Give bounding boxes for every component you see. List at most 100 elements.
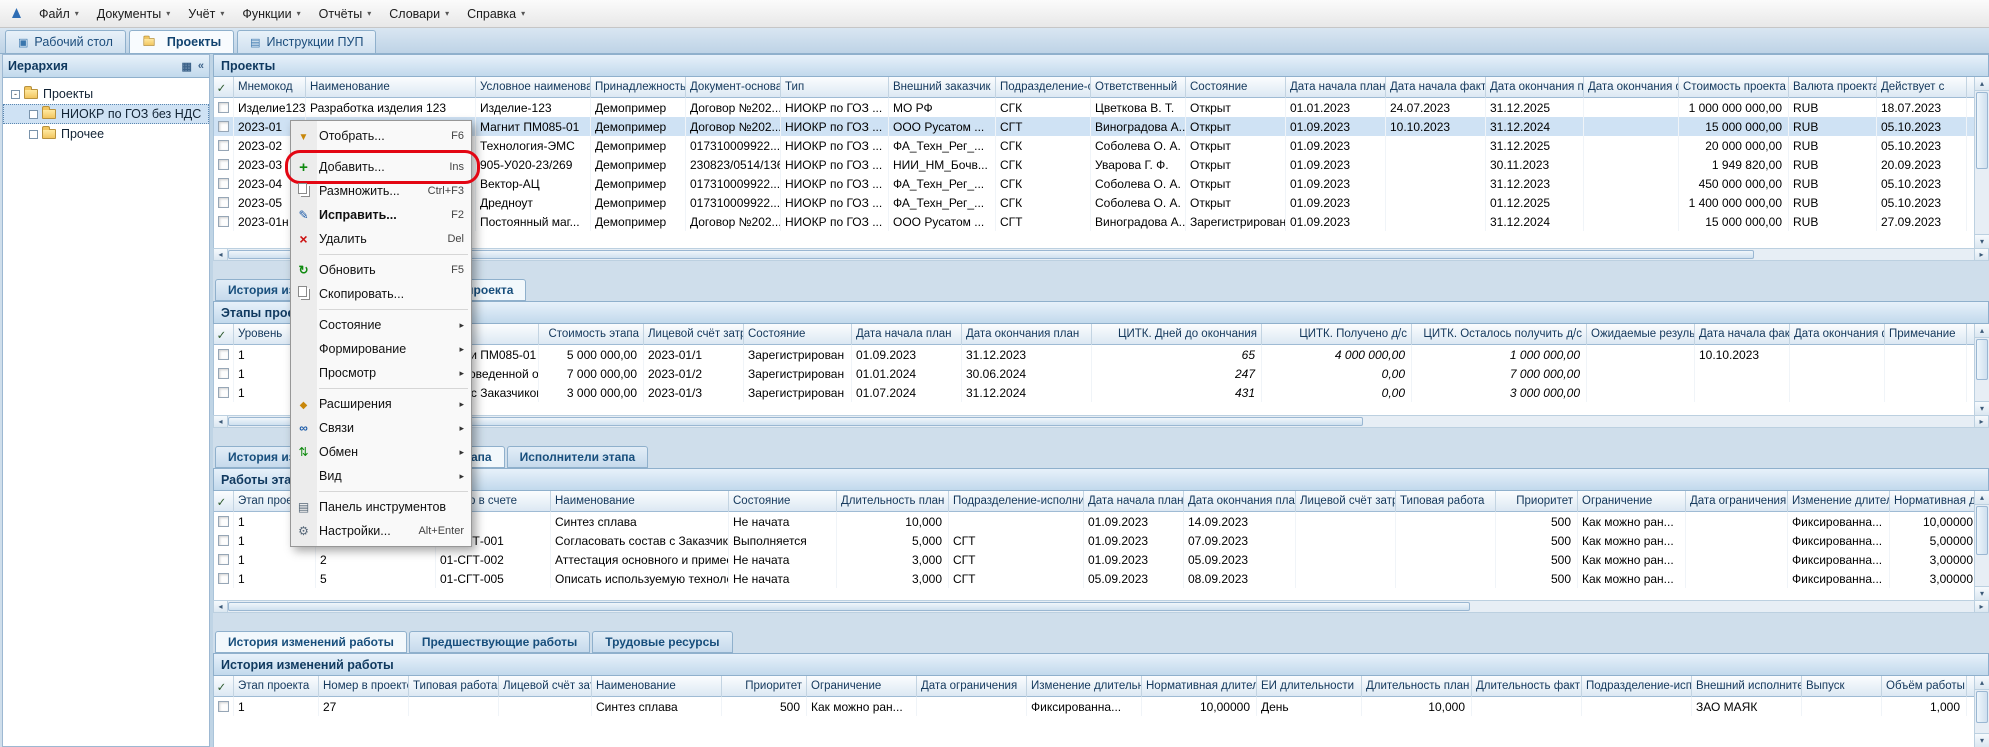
menubar-item[interactable]: Справка▾ xyxy=(458,3,534,25)
vertical-scrollbar[interactable]: ▴▾ xyxy=(1974,491,1989,600)
column-header[interactable]: Изменение длительности xyxy=(1027,676,1142,697)
context-menu-item[interactable]: Панель инструментов xyxy=(291,495,471,519)
column-header[interactable]: Наименование xyxy=(306,77,476,98)
column-header[interactable]: Длительность план xyxy=(1362,676,1472,697)
horizontal-scrollbar[interactable]: ◂ ▸ xyxy=(213,415,1989,428)
table-row[interactable]: 2023-03905-У020-23/269Демопример230823/0… xyxy=(214,155,1989,174)
column-header[interactable]: Дата ограничения xyxy=(917,676,1027,697)
row-checkbox[interactable] xyxy=(218,516,229,527)
scroll-left-arrow-icon[interactable]: ◂ xyxy=(214,601,228,612)
context-menu-item[interactable]: Добавить...Ins xyxy=(291,155,471,179)
scroll-down-arrow-icon[interactable]: ▾ xyxy=(1975,234,1989,248)
table-row[interactable]: 1Изготовление опытной партии ПМ085-015 0… xyxy=(214,345,1989,364)
table-row[interactable]: 1501-СГТ-005Описать используемую техноло… xyxy=(214,569,1989,588)
scroll-thumb[interactable] xyxy=(1976,339,1988,380)
column-header[interactable]: Подразделение-исполнитель xyxy=(949,491,1084,512)
column-header[interactable]: Документ-основание xyxy=(686,77,781,98)
context-menu-item[interactable]: Размножить...Ctrl+F3 xyxy=(291,179,471,203)
column-header[interactable]: Тип xyxy=(781,77,889,98)
column-header[interactable]: Дата окончания план xyxy=(1486,77,1584,98)
column-header[interactable]: Примечание xyxy=(1885,324,1967,345)
vertical-scrollbar[interactable]: ▴▾ xyxy=(1974,324,1989,415)
context-menu-item[interactable]: Обмен▸ xyxy=(291,440,471,464)
select-column-header[interactable]: ✓ xyxy=(214,676,234,697)
row-checkbox[interactable] xyxy=(218,140,229,151)
select-column-header[interactable]: ✓ xyxy=(214,77,234,98)
column-header[interactable]: Ограничение xyxy=(807,676,917,697)
horizontal-scrollbar[interactable]: ◂ ▸ xyxy=(213,600,1989,613)
scroll-thumb[interactable] xyxy=(228,602,1470,611)
tree-expander[interactable]: - xyxy=(11,90,20,99)
context-menu-item[interactable]: ОбновитьF5 xyxy=(291,258,471,282)
column-header[interactable]: Дата начала факт xyxy=(1695,324,1790,345)
row-checkbox[interactable] xyxy=(218,178,229,189)
context-menu-item[interactable]: Просмотр▸ xyxy=(291,361,471,385)
row-checkbox[interactable] xyxy=(218,573,229,584)
column-header[interactable]: Ограничение xyxy=(1578,491,1686,512)
row-checkbox[interactable] xyxy=(218,701,229,712)
scroll-down-arrow-icon[interactable]: ▾ xyxy=(1975,733,1989,747)
menubar-item[interactable]: Словари▾ xyxy=(380,3,458,25)
context-menu-item[interactable]: Связи▸ xyxy=(291,416,471,440)
row-checkbox[interactable] xyxy=(218,159,229,170)
column-header[interactable]: Состояние xyxy=(1186,77,1286,98)
column-header[interactable]: Внешний заказчик xyxy=(889,77,996,98)
collapse-panel-icon[interactable]: « xyxy=(198,60,204,73)
row-checkbox[interactable] xyxy=(218,349,229,360)
row-checkbox[interactable] xyxy=(218,102,229,113)
tab[interactable]: Исполнители этапа xyxy=(507,446,649,468)
column-header[interactable]: Принадлежность xyxy=(591,77,686,98)
column-header[interactable]: Ожидаемые результаты xyxy=(1587,324,1695,345)
scroll-right-arrow-icon[interactable]: ▸ xyxy=(1974,416,1988,427)
context-menu-item[interactable]: Состояние▸ xyxy=(291,313,471,337)
column-header[interactable]: Ответственный xyxy=(1091,77,1186,98)
tree-expander[interactable] xyxy=(29,110,38,119)
column-header[interactable]: Дата начала план xyxy=(852,324,962,345)
table-row[interactable]: 2023-04Вектор-АЦДемопример017310009922..… xyxy=(214,174,1989,193)
context-menu-item[interactable]: Формирование▸ xyxy=(291,337,471,361)
column-header[interactable]: Состояние xyxy=(729,491,837,512)
tree-expander[interactable] xyxy=(29,130,38,139)
column-header[interactable]: Дата начала факт xyxy=(1386,77,1486,98)
column-header[interactable]: Условное наименование xyxy=(476,77,591,98)
scroll-right-arrow-icon[interactable]: ▸ xyxy=(1974,601,1988,612)
column-header[interactable]: Приоритет xyxy=(722,676,807,697)
scroll-up-arrow-icon[interactable]: ▴ xyxy=(1975,491,1989,505)
table-row[interactable]: 127Синтез сплаваНе начата10,00001.09.202… xyxy=(214,512,1989,531)
context-menu-item[interactable]: Настройки...Alt+Enter xyxy=(291,519,471,543)
table-row[interactable]: 1Подготовка итогового отчета с Заказчико… xyxy=(214,383,1989,402)
select-column-header[interactable]: ✓ xyxy=(214,324,234,345)
view-options-icon[interactable]: ▦ xyxy=(181,60,191,73)
app-tab[interactable]: ▤Инструкции ПУП xyxy=(237,30,376,53)
context-menu-item[interactable]: Расширения▸ xyxy=(291,392,471,416)
column-header[interactable]: Типовая работа xyxy=(1396,491,1496,512)
menubar-item[interactable]: Учёт▾ xyxy=(179,3,233,25)
row-checkbox[interactable] xyxy=(218,535,229,546)
column-header[interactable]: ЕИ длительности xyxy=(1257,676,1362,697)
column-header[interactable]: Лицевой счёт затрат xyxy=(644,324,744,345)
row-checkbox[interactable] xyxy=(218,216,229,227)
context-menu-item[interactable]: Отобрать...F6 xyxy=(291,124,471,148)
scroll-up-arrow-icon[interactable]: ▴ xyxy=(1975,324,1989,338)
column-header[interactable]: Изменение длительности xyxy=(1788,491,1890,512)
column-header[interactable]: Наименование xyxy=(551,491,729,512)
table-row[interactable]: 2023-05ДредноутДемопример017310009922...… xyxy=(214,193,1989,212)
column-header[interactable]: Нормативная длительность xyxy=(1142,676,1257,697)
table-row[interactable]: 2023-01Магнит ПМ085-01ДемопримерДоговор … xyxy=(214,117,1989,136)
table-row[interactable]: 1Оформление результатов проведенной опыт… xyxy=(214,364,1989,383)
column-header[interactable]: Дата окончания факт xyxy=(1584,77,1679,98)
column-header[interactable]: ЦИТК. Осталось получить д/с xyxy=(1412,324,1587,345)
row-checkbox[interactable] xyxy=(218,387,229,398)
column-header[interactable]: Длительность план ▼ xyxy=(837,491,949,512)
column-header[interactable]: Дата окончания план xyxy=(962,324,1092,345)
row-checkbox[interactable] xyxy=(218,197,229,208)
vertical-scrollbar[interactable]: ▴▾ xyxy=(1974,77,1989,248)
column-header[interactable]: Стоимость проекта xyxy=(1679,77,1789,98)
column-header[interactable]: Подразделение-исполнитель xyxy=(1582,676,1692,697)
menubar-item[interactable]: Файл▾ xyxy=(30,3,88,25)
menubar-item[interactable]: Документы▾ xyxy=(88,3,179,25)
menubar-item[interactable]: Отчёты▾ xyxy=(310,3,381,25)
scroll-thumb[interactable] xyxy=(1976,506,1988,555)
column-header[interactable]: Выпуск xyxy=(1802,676,1882,697)
tree-node[interactable]: НИОКР по ГОЗ без НДС xyxy=(3,104,209,124)
